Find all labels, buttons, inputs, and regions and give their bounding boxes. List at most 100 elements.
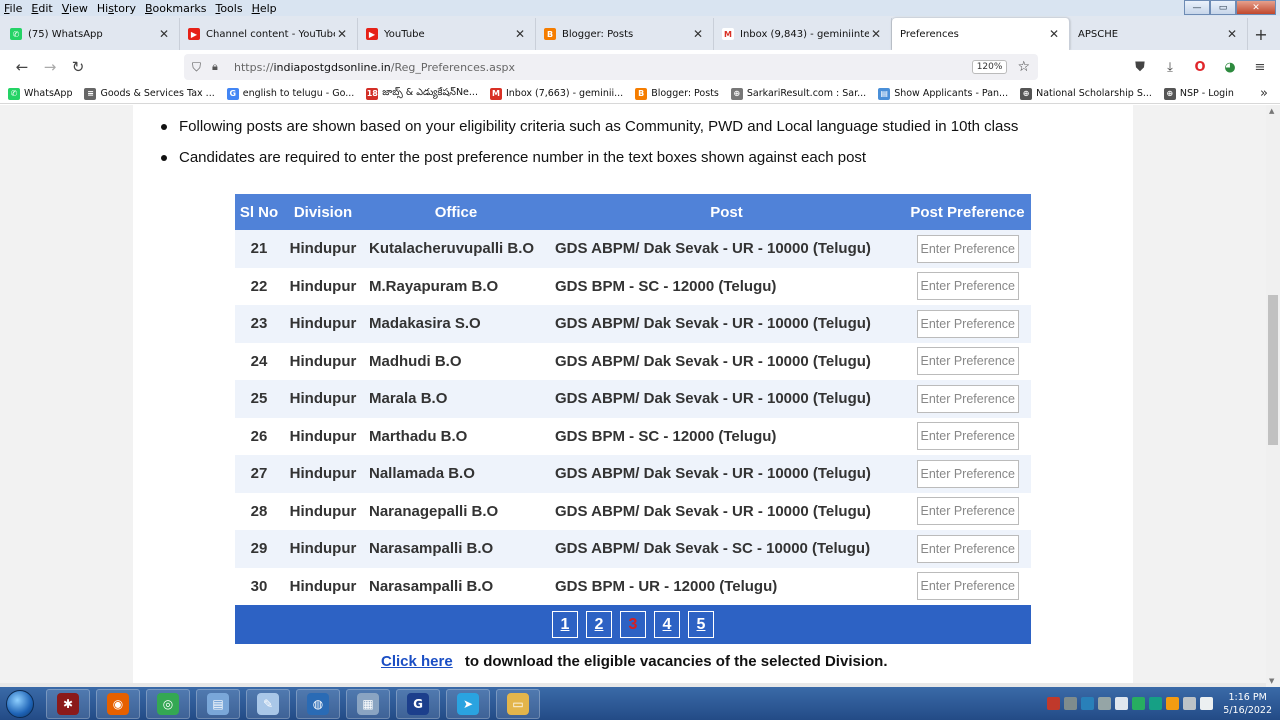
tray-app-icon[interactable] (1064, 697, 1078, 710)
download-icon[interactable]: ⤓ (1160, 55, 1180, 79)
close-tab-icon[interactable]: ✕ (869, 27, 883, 41)
menu-history[interactable]: History (97, 2, 136, 15)
preference-input[interactable] (916, 234, 1019, 263)
close-window-button[interactable]: ✕ (1236, 0, 1276, 15)
close-tab-icon[interactable]: ✕ (335, 27, 349, 41)
browser-tab[interactable]: ✆ (75) WhatsApp ✕ (2, 18, 180, 50)
g-app-icon: G (407, 692, 429, 715)
menu-file[interactable]: File (4, 2, 22, 15)
tray-app-icon[interactable] (1081, 697, 1095, 710)
close-tab-icon[interactable]: ✕ (157, 27, 171, 41)
browser-tab[interactable]: ▶ Channel content - YouTube Stu✕ (180, 18, 358, 50)
menu-view[interactable]: View (62, 2, 88, 15)
taskbar-app-button[interactable]: ◍ (296, 688, 340, 719)
close-tab-icon[interactable]: ✕ (691, 27, 705, 41)
table-row: 24 Hindupur Madhudi B.O GDS ABPM/ Dak Sevak… (235, 342, 1031, 380)
preference-input[interactable] (916, 497, 1019, 526)
cell-sl-no: 26 (235, 417, 283, 455)
bookmark-label: Goods & Services Tax ... (100, 88, 215, 99)
search-icon[interactable] (1166, 697, 1180, 710)
bookmark-label: WhatsApp (24, 88, 73, 99)
hamburger-menu-icon[interactable]: ≡ (1250, 55, 1270, 79)
preference-input[interactable] (916, 572, 1019, 601)
cell-division: Hindupur (283, 267, 363, 305)
taskbar-app-button[interactable]: ▤ (196, 688, 240, 719)
reload-button[interactable]: ↻ (64, 53, 92, 81)
page-4-button[interactable]: 4 (654, 611, 680, 638)
taskbar-app-button[interactable]: ◎ (146, 688, 190, 719)
tab-label: APSCHE (1078, 28, 1119, 40)
bookmark-star-icon[interactable]: ☆ (1017, 59, 1030, 75)
preference-input[interactable] (916, 459, 1019, 488)
url-text[interactable]: https://indiapostgdsonline.in/Reg_Prefer… (234, 61, 972, 74)
page-3-button[interactable]: 3 (620, 611, 646, 638)
browser-tab[interactable]: B Blogger: Posts ✕ (536, 18, 714, 50)
new-tab-button[interactable]: + (1248, 18, 1274, 50)
taskbar-app-button[interactable]: ✱ (46, 688, 90, 719)
bookmark-item[interactable]: ⊕ SarkariResult.com : Sar... (730, 87, 866, 100)
vertical-scrollbar[interactable]: ▲ ▼ (1266, 105, 1280, 687)
page-1-button[interactable]: 1 (552, 611, 578, 638)
start-button[interactable] (0, 687, 40, 720)
clock[interactable]: 1:16 PM 5/16/2022 (1223, 691, 1272, 717)
taskbar-app-button[interactable]: ➤ (446, 688, 490, 719)
preference-input[interactable] (916, 422, 1019, 451)
browser-tab[interactable]: Preferences ✕ (892, 18, 1070, 50)
bookmark-item[interactable]: ✆ WhatsApp (8, 87, 73, 100)
close-tab-icon[interactable]: ✕ (1225, 27, 1239, 41)
taskbar-app-button[interactable]: ▭ (496, 688, 540, 719)
taskbar-app-button[interactable]: G (396, 688, 440, 719)
back-button[interactable]: ← (8, 53, 36, 81)
pocket-icon[interactable]: ⛊ (1130, 55, 1150, 79)
gmail-icon: M (722, 28, 734, 40)
bookmark-item[interactable]: B Blogger: Posts (635, 87, 719, 100)
bookmark-item[interactable]: ⊕ NSP - Login (1163, 87, 1234, 100)
menu-help[interactable]: Help (252, 2, 277, 15)
close-tab-icon[interactable]: ✕ (513, 27, 527, 41)
maximize-button[interactable]: ▭ (1210, 0, 1236, 15)
extension-icon[interactable]: ◕ (1220, 55, 1240, 79)
browser-tab[interactable]: ▶ YouTube ✕ (358, 18, 536, 50)
volume-icon[interactable] (1200, 697, 1214, 710)
arrow-left-icon: ← (15, 58, 29, 76)
cell-office: Madakasira S.O (363, 305, 549, 343)
preference-input[interactable] (916, 347, 1019, 376)
network-status-icon[interactable] (1183, 697, 1197, 710)
click-here-link[interactable]: Click here (381, 653, 453, 670)
preference-input[interactable] (916, 384, 1019, 413)
more-bookmarks-icon[interactable]: » (1260, 86, 1268, 101)
menu-bookmarks[interactable]: Bookmarks (145, 2, 206, 15)
preference-input[interactable] (916, 309, 1019, 338)
minimize-button[interactable]: — (1184, 0, 1210, 15)
tray-app-icon[interactable] (1149, 697, 1163, 710)
browser-tab[interactable]: M Inbox (9,843) - geminiinternet✕ (714, 18, 892, 50)
tray-app-icon[interactable] (1047, 697, 1061, 710)
scroll-up-icon[interactable]: ▲ (1269, 107, 1274, 115)
zoom-level[interactable]: 120% (971, 60, 1008, 74)
menu-edit[interactable]: Edit (31, 2, 52, 15)
preference-input[interactable] (916, 534, 1019, 563)
tray-app-icon[interactable] (1132, 697, 1146, 710)
forward-button[interactable]: → (36, 53, 64, 81)
taskbar-app-button[interactable]: ▦ (346, 688, 390, 719)
flag-icon[interactable] (1115, 697, 1129, 710)
bookmark-item[interactable]: ⊕ National Scholarship S... (1020, 87, 1152, 100)
bookmark-item[interactable]: ▤ Show Applicants - Pan... (878, 87, 1008, 100)
opera-icon[interactable]: O (1190, 55, 1210, 79)
preference-input[interactable] (916, 272, 1019, 301)
bookmark-item[interactable]: 18 జాబ్స్ & ఎడ్యుకేషన్‌Ne... (366, 87, 478, 100)
page-2-button[interactable]: 2 (586, 611, 612, 638)
url-bar[interactable]: ⛉ 🔒︎ https://indiapostgdsonline.in/Reg_P… (184, 54, 1038, 80)
bookmark-item[interactable]: Genglish to telugu - Go... (226, 87, 354, 100)
taskbar-app-button[interactable]: ◉ (96, 688, 140, 719)
browser-tab[interactable]: APSCHE ✕ (1070, 18, 1248, 50)
page-5-button[interactable]: 5 (688, 611, 714, 638)
bookmark-item[interactable]: M Inbox (7,663) - geminii... (489, 87, 623, 100)
tray-app-icon[interactable] (1098, 697, 1112, 710)
scrollbar-thumb[interactable] (1268, 295, 1278, 445)
scroll-down-icon[interactable]: ▼ (1269, 677, 1274, 685)
close-tab-icon[interactable]: ✕ (1047, 27, 1061, 41)
taskbar-app-button[interactable]: ✎ (246, 688, 290, 719)
menu-tools[interactable]: Tools (215, 2, 242, 15)
bookmark-item[interactable]: ≡ Goods & Services Tax ... (84, 87, 215, 100)
